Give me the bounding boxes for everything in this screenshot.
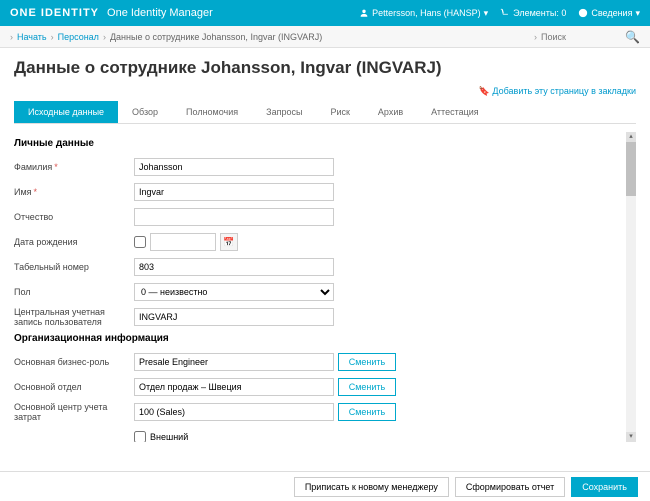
input-personnel-no[interactable] <box>134 258 334 276</box>
bookmark-icon: 🔖 <box>479 86 490 96</box>
checkbox-external[interactable] <box>134 431 146 442</box>
info-icon <box>578 8 588 18</box>
label-gender: Пол <box>14 287 134 297</box>
select-gender[interactable]: 0 — неизвестно <box>134 283 334 301</box>
label-department: Основной отдел <box>14 382 134 392</box>
breadcrumb-personnel[interactable]: Персонал <box>58 32 99 42</box>
calendar-icon[interactable]: 📅 <box>220 233 238 251</box>
label-personnel-no: Табельный номер <box>14 262 134 272</box>
tab-requests[interactable]: Запросы <box>252 101 316 123</box>
row-department: Основной отдел Сменить <box>14 377 624 397</box>
breadcrumb-sep: › <box>51 32 54 42</box>
chevron-down-icon: ▾ <box>484 8 489 19</box>
label-central-account: Центральная учетная запись пользователя <box>14 307 134 327</box>
checkbox-birthdate-enable[interactable] <box>134 236 146 248</box>
label-external: Внешний <box>150 432 188 442</box>
form-area: Личные данные Фамилия* Имя* Отчество Дат… <box>14 132 636 442</box>
search-chevron-icon: › <box>534 32 537 42</box>
chevron-down-icon: ▾ <box>635 8 640 19</box>
row-external: Внешний <box>14 427 624 442</box>
user-name: Pettersson, Hans (HANSP) <box>372 8 481 18</box>
row-middlename: Отчество <box>14 207 624 227</box>
row-lastname: Фамилия* <box>14 157 624 177</box>
row-personnel-no: Табельный номер <box>14 257 624 277</box>
scroll-up-icon[interactable]: ▴ <box>626 132 636 142</box>
section-org: Организационная информация <box>14 333 624 344</box>
tab-master-data[interactable]: Исходные данные <box>14 101 118 123</box>
change-cost-center-button[interactable]: Сменить <box>338 403 396 421</box>
input-central-account[interactable] <box>134 308 334 326</box>
header-right: Pettersson, Hans (HANSP) ▾ Элементы: 0 С… <box>359 8 640 19</box>
label-middlename: Отчество <box>14 212 134 222</box>
input-cost-center[interactable] <box>134 403 334 421</box>
logo-area: ONE IDENTITY One Identity Manager <box>10 7 213 19</box>
input-lastname[interactable] <box>134 158 334 176</box>
change-department-button[interactable]: Сменить <box>338 378 396 396</box>
row-business-role: Основная бизнес-роль Сменить <box>14 352 624 372</box>
info-label: Сведения <box>591 8 632 18</box>
generate-report-button[interactable]: Сформировать отчет <box>455 477 565 497</box>
user-icon <box>359 8 369 18</box>
tab-overview[interactable]: Обзор <box>118 101 172 123</box>
label-business-role: Основная бизнес-роль <box>14 357 134 367</box>
user-menu[interactable]: Pettersson, Hans (HANSP) ▾ <box>359 8 488 19</box>
search-input[interactable] <box>541 32 621 42</box>
input-department[interactable] <box>134 378 334 396</box>
bookmark-link[interactable]: 🔖 Добавить эту страницу в закладки <box>14 86 636 97</box>
cart-menu[interactable]: Элементы: 0 <box>500 8 566 18</box>
input-birthdate[interactable] <box>150 233 216 251</box>
tab-permissions[interactable]: Полномочия <box>172 101 252 123</box>
footer: Приписать к новому менеджеру Сформироват… <box>0 471 650 501</box>
info-menu[interactable]: Сведения ▾ <box>578 8 640 19</box>
section-personal: Личные данные <box>14 138 624 149</box>
save-button[interactable]: Сохранить <box>571 477 638 497</box>
bookmark-label: Добавить эту страницу в закладки <box>492 86 636 96</box>
tab-archive[interactable]: Архив <box>364 101 417 123</box>
assign-manager-button[interactable]: Приписать к новому менеджеру <box>294 477 449 497</box>
brand-logo: ONE IDENTITY <box>10 7 99 19</box>
tabs: Исходные данные Обзор Полномочия Запросы… <box>14 101 636 124</box>
elements-count: Элементы: 0 <box>513 8 566 18</box>
cart-icon <box>500 8 510 18</box>
input-firstname[interactable] <box>134 183 334 201</box>
app-header: ONE IDENTITY One Identity Manager Petter… <box>0 0 650 26</box>
input-middlename[interactable] <box>134 208 334 226</box>
search-box: › 🔍 <box>534 30 640 44</box>
breadcrumb-sep: › <box>103 32 106 42</box>
label-firstname: Имя* <box>14 187 134 197</box>
tab-risk[interactable]: Риск <box>316 101 363 123</box>
breadcrumb-sep: › <box>10 32 13 42</box>
row-gender: Пол 0 — неизвестно <box>14 282 624 302</box>
search-icon[interactable]: 🔍 <box>625 30 640 44</box>
content: Данные о сотруднике Johansson, Ingvar (I… <box>0 48 650 452</box>
label-birthdate: Дата рождения <box>14 237 134 247</box>
breadcrumb-bar: › Начать › Персонал › Данные о сотрудник… <box>0 26 650 48</box>
breadcrumb-current: Данные о сотруднике Johansson, Ingvar (I… <box>110 32 322 42</box>
label-lastname: Фамилия* <box>14 162 134 172</box>
app-name: One Identity Manager <box>107 7 213 19</box>
scrollbar-thumb[interactable] <box>626 142 636 196</box>
tab-attestation[interactable]: Аттестация <box>417 101 493 123</box>
row-central-account: Центральная учетная запись пользователя <box>14 307 624 327</box>
input-business-role[interactable] <box>134 353 334 371</box>
scroll-down-icon[interactable]: ▾ <box>626 432 636 442</box>
page-title: Данные о сотруднике Johansson, Ingvar (I… <box>14 58 636 78</box>
label-cost-center: Основной центр учета затрат <box>14 402 134 422</box>
breadcrumb-home[interactable]: Начать <box>17 32 47 42</box>
row-birthdate: Дата рождения 📅 <box>14 232 624 252</box>
row-cost-center: Основной центр учета затрат Сменить <box>14 402 624 422</box>
change-business-role-button[interactable]: Сменить <box>338 353 396 371</box>
row-firstname: Имя* <box>14 182 624 202</box>
breadcrumb: › Начать › Персонал › Данные о сотрудник… <box>10 32 322 42</box>
